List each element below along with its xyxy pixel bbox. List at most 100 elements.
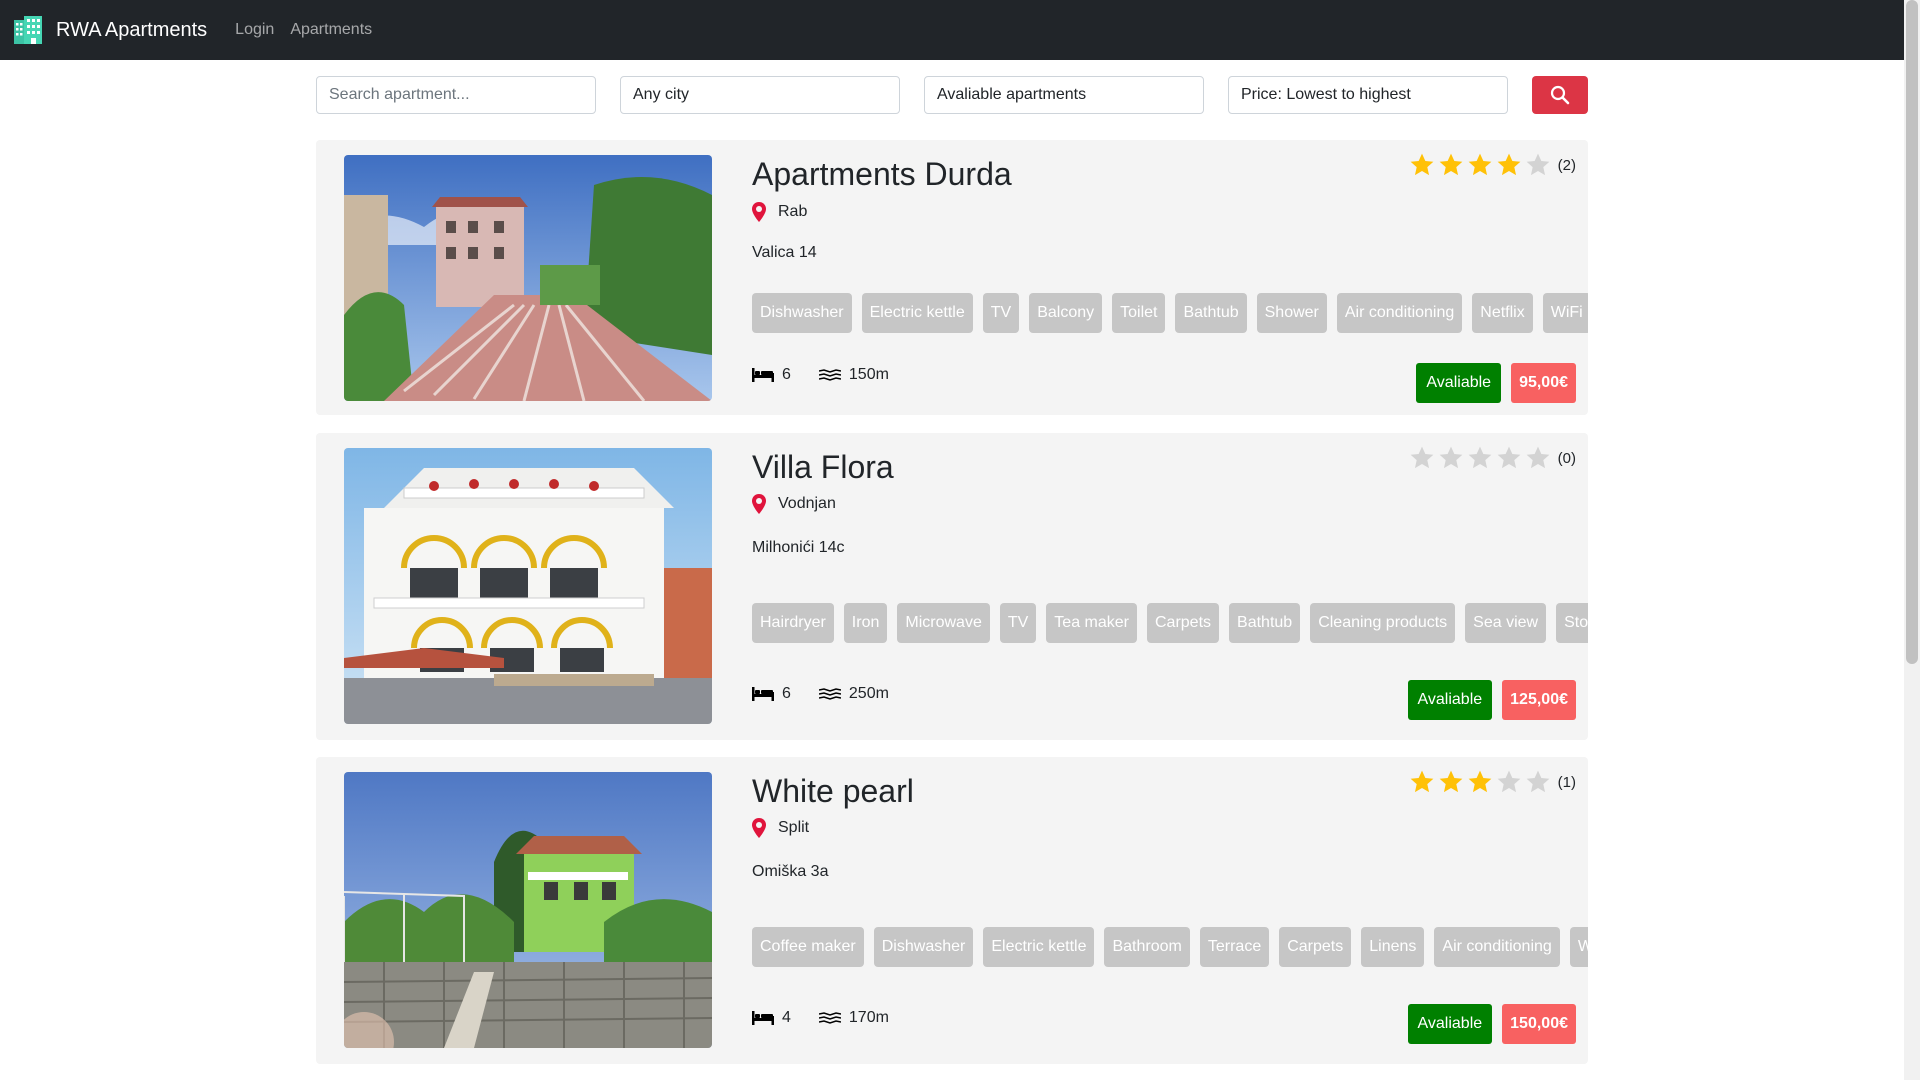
amenity-tag: Iron: [843, 603, 888, 643]
city-name: Vodnjan: [778, 495, 836, 512]
amenity-tag: Shower: [1256, 293, 1327, 333]
amenity-tag: Air conditioning: [1434, 927, 1560, 967]
amenity-tags: Dishwasher Electric kettle TV Balcony Toilet…: [752, 293, 1588, 333]
beach-distance: 170m: [848, 1009, 889, 1026]
star-filled-icon: [1468, 153, 1492, 176]
amenity-tag: Bathtub: [1175, 293, 1247, 333]
search-icon: [1550, 85, 1570, 105]
review-count: (2): [1557, 156, 1576, 174]
water-icon: [818, 1012, 841, 1024]
location-pin-icon: [752, 818, 766, 838]
amenity-tag: Netflix: [1472, 293, 1533, 333]
bed-count: 6: [782, 366, 791, 383]
star-empty-icon: [1468, 446, 1492, 469]
star-empty-icon: [1497, 446, 1521, 469]
amenity-tag: Bathroom: [1104, 927, 1190, 967]
city-select[interactable]: Any city: [620, 76, 900, 114]
amenity-tags: Coffee maker Dishwasher Electric kettle Bat…: [752, 927, 1588, 967]
nav-link-login[interactable]: Login: [235, 21, 274, 39]
bed-icon: [752, 1011, 774, 1025]
search-button[interactable]: [1532, 76, 1588, 114]
amenity-tag: Stove: [1556, 603, 1588, 643]
bed-count: 4: [782, 1009, 791, 1026]
amenity-tag: Cleaning products: [1310, 603, 1456, 643]
star-filled-icon: [1410, 153, 1434, 176]
star-filled-icon: [1497, 153, 1521, 176]
amenity-tag: Dishwasher: [752, 293, 852, 333]
location: Rab: [752, 202, 807, 222]
apartment-photo-image: [344, 772, 712, 1048]
water-icon: [818, 369, 841, 381]
bed-icon: [752, 368, 774, 382]
search-input[interactable]: [316, 76, 596, 114]
amenity-tag: TV: [999, 603, 1037, 643]
bed-count: 6: [782, 685, 791, 702]
city-name: Rab: [778, 203, 808, 220]
apartment-card[interactable]: Villa Flora Vodnjan Milhonići 14c Hairdr…: [316, 433, 1588, 740]
star-empty-icon: [1526, 153, 1550, 176]
amenity-tag: WiFi: [1542, 293, 1588, 333]
sort-select[interactable]: Price: Lowest to highest: [1228, 76, 1508, 114]
review-count: (1): [1557, 773, 1576, 791]
nav-link-apartments[interactable]: Apartments: [290, 21, 372, 39]
amenity-tags: Hairdryer Iron Microwave TV Tea maker Carpets…: [752, 603, 1588, 643]
amenity-tag: Electric kettle: [983, 927, 1095, 967]
bed-icon: [752, 687, 774, 701]
building-icon: [14, 16, 42, 44]
location: Split: [752, 818, 809, 838]
city-name: Split: [778, 819, 810, 836]
beach-distance: 150m: [848, 366, 889, 383]
apartment-badges: Avaliable 150,00€: [1407, 1004, 1576, 1044]
apartment-name[interactable]: Villa Flora: [752, 449, 894, 486]
price-badge: 150,00€: [1502, 1004, 1576, 1044]
star-empty-icon: [1526, 770, 1550, 793]
scrollbar[interactable]: [1904, 0, 1920, 1080]
apartment-card[interactable]: White pearl Split Omiška 3a Coffee maker…: [316, 757, 1588, 1064]
address: Milhonići 14c: [752, 539, 845, 556]
amenity-tag: Bathtub: [1229, 603, 1301, 643]
apartment-meta: 6 250m: [752, 685, 889, 703]
amenity-tag: Carpets: [1279, 927, 1352, 967]
star-filled-icon: [1439, 770, 1463, 793]
star-empty-icon: [1410, 446, 1434, 469]
scrollbar-thumb[interactable]: [1906, 0, 1918, 664]
amenity-tag: Electric kettle: [861, 293, 973, 333]
beach-distance: 250m: [848, 685, 889, 702]
status-badge: Avaliable: [1407, 680, 1493, 720]
review-count: (0): [1557, 449, 1576, 467]
apartment-photo-image: [344, 155, 712, 401]
amenity-tag: Sea view: [1465, 603, 1547, 643]
amenity-tag: WiFi: [1569, 927, 1588, 967]
brand[interactable]: RWA Apartments: [12, 14, 207, 46]
search-bar: Any city Avaliable apartments Price: Low…: [316, 76, 1588, 114]
amenity-tag: Hairdryer: [752, 603, 834, 643]
apartment-photo[interactable]: [344, 772, 712, 1048]
star-empty-icon: [1526, 446, 1550, 469]
apartment-name[interactable]: White pearl: [752, 773, 914, 810]
address: Valica 14: [752, 244, 817, 261]
apartment-badges: Avaliable 95,00€: [1416, 363, 1576, 403]
apartment-name[interactable]: Apartments Durda: [752, 156, 1012, 193]
price-badge: 125,00€: [1502, 680, 1576, 720]
price-badge: 95,00€: [1511, 363, 1576, 403]
amenity-tag: Toilet: [1112, 293, 1166, 333]
amenity-tag: TV: [982, 293, 1020, 333]
apartment-badges: Avaliable 125,00€: [1407, 680, 1576, 720]
amenity-tag: Dishwasher: [873, 927, 974, 967]
brand-name: RWA Apartments: [56, 18, 208, 41]
amenity-tag: Carpets: [1147, 603, 1220, 643]
availability-select[interactable]: Avaliable apartments: [924, 76, 1204, 114]
apartment-card[interactable]: Apartments Durda Rab Valica 14 Dishwashe…: [316, 140, 1588, 415]
amenity-tag: Air conditioning: [1336, 293, 1463, 333]
location-pin-icon: [752, 202, 766, 222]
status-badge: Avaliable: [1407, 1004, 1493, 1044]
apartment-photo[interactable]: [344, 448, 712, 724]
amenity-tag: Linens: [1361, 927, 1425, 967]
star-empty-icon: [1439, 446, 1463, 469]
location-pin-icon: [752, 494, 766, 514]
location: Vodnjan: [752, 494, 836, 514]
apartment-photo[interactable]: [344, 155, 712, 401]
apartment-meta: 6 150m: [752, 366, 889, 384]
address: Omiška 3a: [752, 863, 829, 880]
apartment-meta: 4 170m: [752, 1009, 889, 1027]
